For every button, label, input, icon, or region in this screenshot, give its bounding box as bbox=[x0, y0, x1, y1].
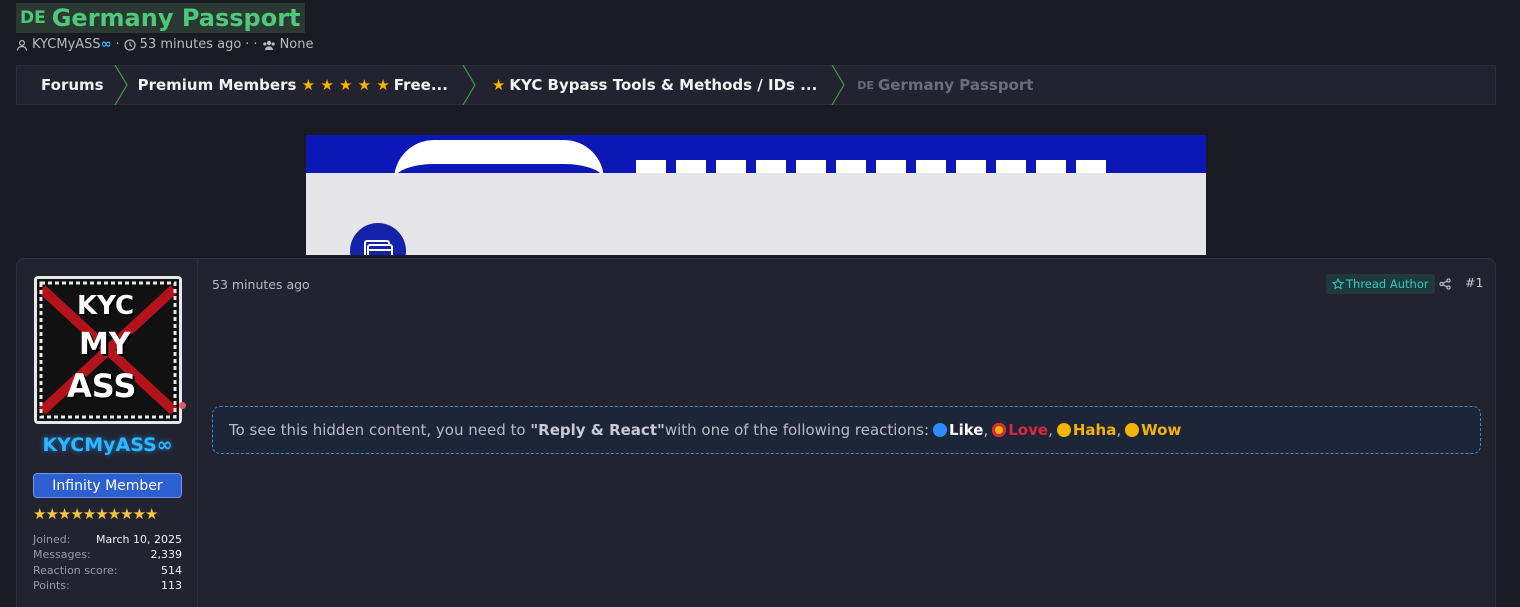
breadcrumb-premium-members[interactable]: Premium Members ★ ★ ★ ★ ★ Free... bbox=[128, 66, 462, 104]
like-icon bbox=[933, 423, 948, 437]
reaction-haha: Haha bbox=[1072, 421, 1117, 439]
wow-icon bbox=[1125, 423, 1140, 437]
user-icon bbox=[16, 39, 28, 51]
avatar-line-1: KYC bbox=[77, 291, 135, 321]
user-info: KYC MY ASS KYCMyASS∞ Infinity Member ★★★… bbox=[17, 259, 198, 607]
stat-reaction-score: Reaction score: 514 bbox=[33, 563, 182, 577]
share-icon[interactable] bbox=[1439, 275, 1451, 294]
stat-points: Points: 113 bbox=[33, 578, 182, 592]
meta-separator: · bbox=[115, 37, 120, 52]
page-title: Germany Passport bbox=[51, 4, 301, 32]
chevron-right-icon bbox=[114, 65, 128, 105]
reaction-like: Like bbox=[949, 421, 984, 439]
avatar-line-2: MY bbox=[79, 327, 131, 362]
breadcrumb-kyc-bypass[interactable]: ★ KYC Bypass Tools & Methods / IDs ... bbox=[476, 66, 831, 104]
meta-separator: · bbox=[253, 37, 258, 52]
author-link[interactable]: KYCMyASS∞ bbox=[32, 37, 112, 52]
haha-icon bbox=[1056, 423, 1071, 437]
chevron-right-icon bbox=[462, 65, 476, 105]
users-icon bbox=[262, 40, 275, 50]
breadcrumb-forums[interactable]: Forums bbox=[17, 66, 114, 104]
user-stats: Joined: March 10, 2025 Messages: 2,339 Rea… bbox=[33, 533, 182, 594]
avatar-line-3: ASS bbox=[67, 367, 137, 405]
hidden-content-notice: To see this hidden content, you need to … bbox=[212, 406, 1481, 454]
username[interactable]: KYCMyASS∞ bbox=[17, 434, 198, 456]
infinity-icon: ∞ bbox=[100, 37, 112, 52]
banner-ad[interactable] bbox=[306, 135, 1206, 255]
banner-logo-text-shape bbox=[636, 160, 1116, 174]
thread-title: DE Germany Passport bbox=[16, 3, 305, 33]
thread-author-badge: Thread Author bbox=[1326, 274, 1435, 294]
love-icon bbox=[992, 423, 1007, 437]
online-indicator bbox=[179, 402, 186, 409]
participants: None bbox=[279, 37, 314, 52]
banner-body bbox=[306, 173, 1206, 255]
meta-separator: · bbox=[245, 37, 250, 52]
thread-time[interactable]: 53 minutes ago bbox=[140, 37, 242, 52]
chevron-right-icon bbox=[831, 65, 845, 105]
post-number[interactable]: #1 bbox=[1465, 275, 1483, 290]
rating-stars: ★★★★★★★★★★ bbox=[33, 505, 158, 523]
title-highlight: DE Germany Passport bbox=[16, 3, 305, 33]
flag-de: DE bbox=[20, 8, 46, 28]
star-icon: ★ bbox=[491, 76, 506, 94]
breadcrumb: Forums Premium Members ★ ★ ★ ★ ★ Free... … bbox=[16, 65, 1496, 105]
stat-joined: Joined: March 10, 2025 bbox=[33, 533, 182, 546]
stat-messages: Messages: 2,339 bbox=[33, 548, 182, 562]
breadcrumb-current: DE Germany Passport bbox=[857, 76, 1034, 94]
clock-icon bbox=[124, 38, 136, 51]
flag-de: DE bbox=[857, 78, 874, 92]
thread-meta: KYCMyASS∞ · 53 minutes ago · · None bbox=[16, 37, 313, 52]
avatar[interactable]: KYC MY ASS bbox=[34, 276, 182, 424]
reaction-wow: Wow bbox=[1141, 421, 1182, 439]
post: KYC MY ASS KYCMyASS∞ Infinity Member ★★★… bbox=[16, 258, 1496, 607]
reaction-love: Love bbox=[1008, 421, 1049, 439]
post-date[interactable]: 53 minutes ago bbox=[212, 277, 310, 292]
star-outline-icon bbox=[1332, 278, 1344, 290]
rank-badge: Infinity Member bbox=[33, 473, 182, 498]
star-icons: ★ ★ ★ ★ ★ bbox=[301, 76, 390, 94]
